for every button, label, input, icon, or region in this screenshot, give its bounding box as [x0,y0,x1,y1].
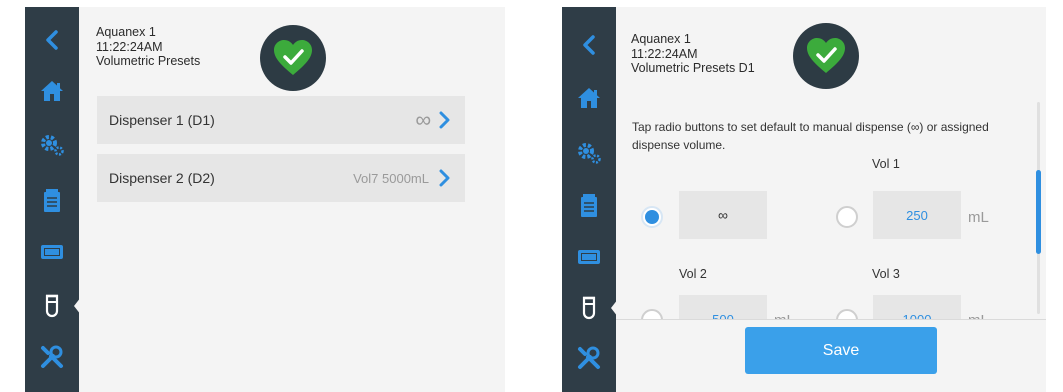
dispenser-label: Dispenser 1 (D1) [109,112,215,128]
status-badge [793,23,859,89]
vol-3-input[interactable]: 1000 [873,295,961,320]
infinity-icon: ∞ [415,107,431,132]
dispenser-row-d2[interactable]: Dispenser 2 (D2) Vol7 5000mL [97,154,465,202]
status-badge [260,25,326,91]
volume-options-scroll[interactable]: Vol 1 ∞ 250 mL Vol 2 Vol 3 500 mL 1000 m… [616,102,1046,320]
clock-time: 11:22:24AM [631,46,698,61]
scrollbar-thumb[interactable] [1036,170,1041,254]
clipboard-log-icon[interactable] [562,188,616,224]
main-content: Aquanex 1 11:22:24AM Volumetric Presets … [79,7,505,392]
home-icon[interactable] [25,73,79,109]
header: Aquanex 1 11:22:24AM Volumetric Presets [96,25,200,69]
chevron-right-icon [439,169,450,187]
tools-icon[interactable] [562,340,616,376]
page-title: Volumetric Presets D1 [631,61,755,75]
chevron-right-icon [439,111,450,129]
header: Aquanex 1 11:22:24AM Volumetric Presets … [631,32,755,76]
clipboard-log-icon[interactable] [25,183,79,219]
clock-time: 11:22:24AM [96,39,163,54]
device-name: Aquanex 1 [96,25,156,39]
display-icon[interactable] [25,234,79,270]
settings-gears-icon[interactable] [562,135,616,171]
vol-2-label: Vol 2 [679,267,707,281]
manual-dispense-box: ∞ [679,191,767,239]
vol-1-value: 250 [906,207,928,223]
sidebar [25,7,81,392]
test-tube-icon[interactable] [562,290,616,326]
page-title: Volumetric Presets [96,54,201,68]
radio-vol-1[interactable] [836,206,858,228]
dispenser-label: Dispenser 2 (D2) [109,170,215,186]
vol-1-input[interactable]: 250 [873,191,961,239]
vol-2-input[interactable]: 500 [679,295,767,320]
heart-check-icon [807,38,845,73]
heart-check-icon [274,40,312,75]
save-button[interactable]: Save [745,327,937,374]
display-icon[interactable] [562,239,616,275]
test-tube-icon[interactable] [25,288,79,324]
home-icon[interactable] [562,80,616,116]
infinity-icon: ∞ [718,207,728,223]
left-screen: Aquanex 1 11:22:24AM Volumetric Presets … [25,7,505,392]
back-chevron-icon[interactable] [25,22,79,58]
tools-icon[interactable] [25,339,79,375]
main-content: Aquanex 1 11:22:24AM Volumetric Presets … [616,7,1046,392]
device-name: Aquanex 1 [631,32,691,46]
vol-1-label: Vol 1 [872,157,900,171]
sidebar [562,7,618,392]
vol-3-label: Vol 3 [872,267,900,281]
vol-1-unit: mL [968,209,989,226]
dispenser-row-d1[interactable]: Dispenser 1 (D1) ∞ [97,96,465,144]
back-chevron-icon[interactable] [562,27,616,63]
radio-manual[interactable] [641,206,663,228]
right-screen: Aquanex 1 11:22:24AM Volumetric Presets … [562,7,1046,392]
divider [616,319,1046,320]
dispenser-value: Vol7 5000mL [353,170,429,186]
settings-gears-icon[interactable] [25,127,79,163]
